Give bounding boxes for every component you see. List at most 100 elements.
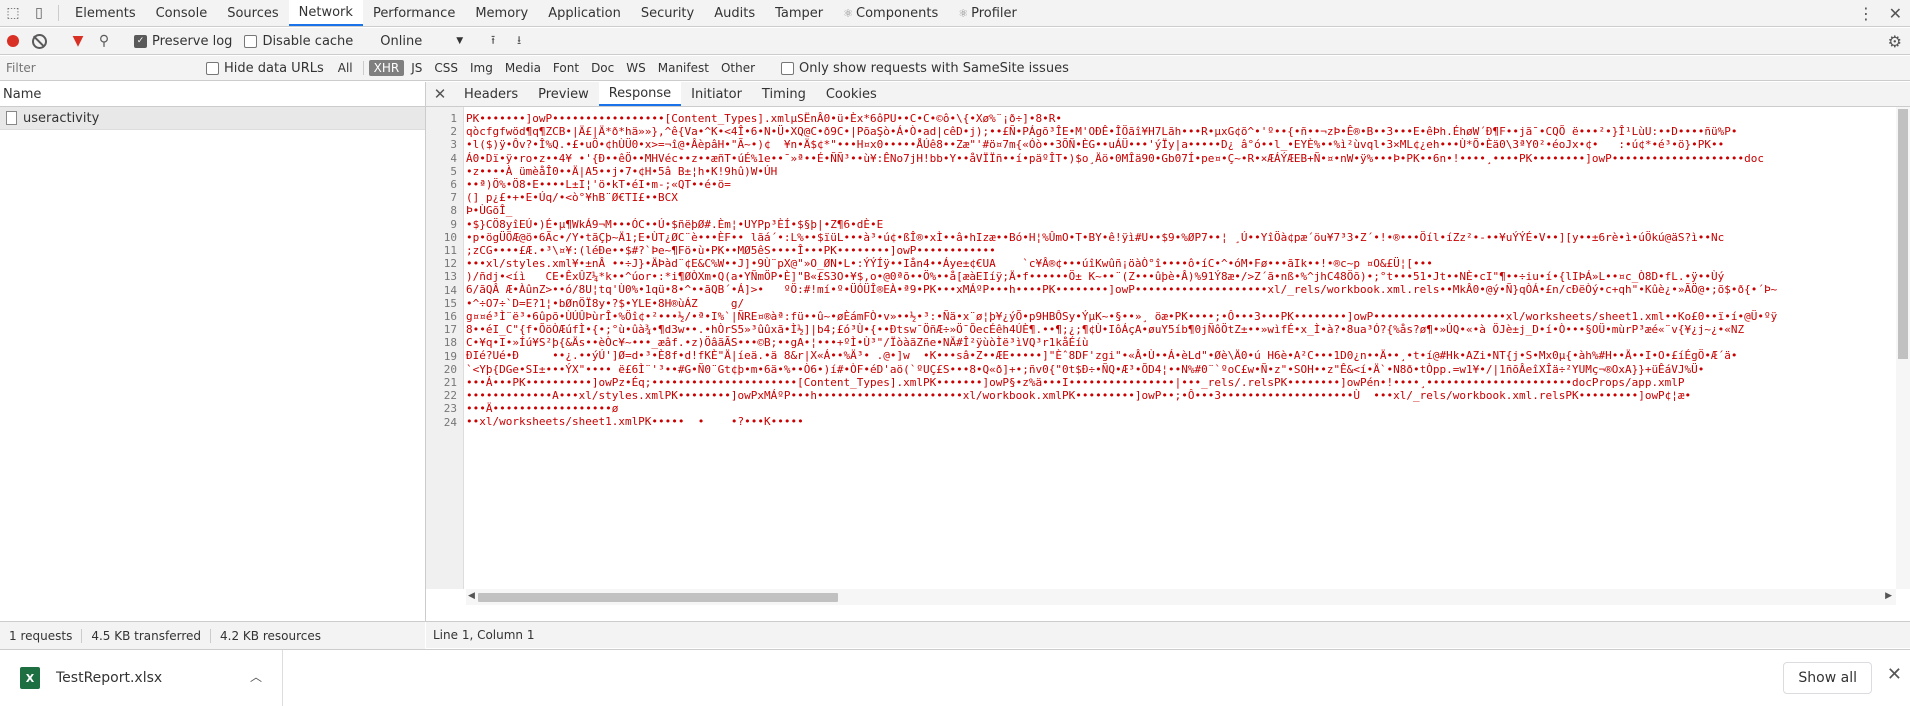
filter-type-media[interactable]: Media [500, 60, 546, 76]
line-number: 15 [443, 296, 457, 310]
line-number: 5 [450, 164, 457, 178]
horizontal-scrollbar[interactable]: ◀ ▶ [466, 589, 1896, 605]
tab-label: Audits [714, 5, 756, 21]
chevron-down-icon: ▼ [456, 36, 464, 46]
close-icon[interactable]: ✕ [1887, 664, 1902, 685]
close-icon[interactable]: ✕ [1889, 0, 1902, 27]
line-number: 4 [450, 151, 457, 165]
line-number-gutter: 1 2 3 4 5 6 7 8 9 10 11 12 13 14 15 16 17 18 19 20 21 22 23 24 [426, 107, 464, 589]
samesite-checkbox[interactable]: Only show requests with SameSite issues [781, 61, 1069, 76]
tab-elements[interactable]: Elements [65, 0, 146, 26]
react-icon: ⚛ [958, 6, 969, 20]
filter-type-manifest[interactable]: Manifest [653, 60, 714, 76]
upload-icon: ⭱ [491, 32, 496, 47]
cursor-position: Line 1, Column 1 [426, 621, 1910, 648]
tab-performance[interactable]: Performance [363, 0, 465, 26]
chevron-up-icon[interactable]: ︿ [250, 668, 262, 685]
request-row[interactable]: useractivity [0, 107, 425, 130]
name-column-header[interactable]: Name [0, 82, 425, 107]
detail-tab-cookies[interactable]: Cookies [816, 82, 887, 106]
line-number: 24 [443, 415, 457, 429]
filter-type-js[interactable]: JS [406, 60, 427, 76]
disable-cache-checkbox[interactable]: Disable cache [244, 34, 353, 49]
detail-tab-list: Headers Preview Response Initiator Timing Coo… [454, 82, 887, 106]
tab-label: Memory [475, 5, 529, 21]
scrollbar-thumb[interactable] [1898, 109, 1908, 359]
filter-input[interactable] [4, 57, 190, 79]
response-body[interactable]: 1 2 3 4 5 6 7 8 9 10 11 12 13 14 15 16 17 18 19 20 21 22 23 24 … [426, 107, 1896, 589]
line-number: 1 [450, 112, 457, 125]
import-har-button[interactable]: ⭱ [480, 28, 506, 55]
tab-components[interactable]: ⚛ Components [833, 0, 948, 26]
response-line: )/ñdj•<íì CE•ÊxÛZ¼*k••^úor•:*i¶ØÒXm•Q(a•… [466, 270, 1725, 284]
tab-console[interactable]: Console [146, 0, 218, 26]
search-button[interactable]: ⚲ [91, 28, 117, 55]
tab-label: Components [856, 5, 939, 21]
inspect-element-icon[interactable]: ⬚ [0, 0, 26, 26]
line-number: 21 [443, 376, 457, 390]
show-all-button[interactable]: Show all [1783, 662, 1872, 694]
scrollbar-thumb[interactable] [478, 593, 838, 602]
device-toolbar-icon[interactable]: ▯ [26, 0, 52, 26]
filter-type-css[interactable]: CSS [429, 60, 463, 76]
download-item[interactable]: X TestReport.xlsx ︿ [0, 650, 283, 706]
filter-type-font[interactable]: Font [548, 60, 584, 76]
tab-memory[interactable]: Memory [465, 0, 538, 26]
hide-data-urls-checkbox[interactable]: Hide data URLs [206, 61, 324, 76]
line-number: 14 [443, 283, 457, 297]
line-number: 22 [443, 389, 457, 403]
throttling-value: Online [380, 33, 423, 49]
tab-security[interactable]: Security [631, 0, 704, 26]
more-options-icon[interactable]: ⋮ [1858, 0, 1874, 27]
tab-sources[interactable]: Sources [217, 0, 288, 26]
request-detail-pane: ✕ Headers Preview Response Initiator Timing C… [426, 82, 1910, 648]
throttling-select[interactable]: Online ▼ [380, 34, 463, 49]
response-line: 6/ãQÂ Æ•ÀûnZ>••ó/8U¦tq'Ù0%•1qü•8•^••ãQB´… [466, 283, 1778, 297]
detail-tab-timing[interactable]: Timing [752, 82, 816, 106]
line-number: 10 [443, 230, 457, 244]
line-number: 8 [450, 204, 457, 218]
filter-type-img[interactable]: Img [465, 60, 498, 76]
filter-button[interactable]: ▼ [65, 28, 91, 55]
filter-type-xhr[interactable]: XHR [368, 60, 405, 76]
filter-type-doc[interactable]: Doc [586, 60, 619, 76]
response-line: 8••éI_C"{f•ÕöÒÆúfÌ•{•;°ù•ûà¾•¶d3w••.•hÒr… [466, 323, 1745, 336]
line-number: 12 [443, 257, 457, 271]
clear-icon [31, 33, 47, 49]
tab-tamper[interactable]: Tamper [765, 0, 833, 26]
tab-label: Application [548, 5, 621, 21]
settings-gear-icon[interactable]: ⚙ [1888, 28, 1902, 55]
filter-type-all[interactable]: All [333, 60, 358, 76]
response-line: •••••••••••••A•••xl/styles.xmlPK••••••••… [466, 388, 1692, 402]
detail-tab-initiator[interactable]: Initiator [681, 82, 752, 106]
detail-tab-preview[interactable]: Preview [528, 82, 599, 106]
tab-profiler[interactable]: ⚛ Profiler [948, 0, 1027, 26]
record-button[interactable] [0, 28, 26, 55]
resources-size: 4.2 KB resources [220, 628, 321, 643]
vertical-scrollbar[interactable] [1896, 107, 1910, 589]
line-number: 19 [443, 349, 457, 363]
transferred-size: 4.5 KB transferred [82, 628, 211, 643]
filter-bar: Hide data URLs All XHRJSCSSImgMediaFontDo… [0, 56, 1910, 81]
close-detail-icon[interactable]: ✕ [426, 82, 454, 106]
response-line: •••Ä••••••••••••••••••ø [466, 402, 619, 416]
response-line: •l($)ÿ•Ôv?•Î%Q.•£•uÖ•¢hÙÜ0•x>=¬î@•ÂèpâH•… [466, 138, 1725, 152]
filter-type-other[interactable]: Other [716, 60, 760, 76]
download-shelf: X TestReport.xlsx ︿ Show all ✕ [0, 649, 1910, 706]
filter-type-ws[interactable]: WS [621, 60, 650, 76]
scroll-left-icon[interactable]: ◀ [468, 591, 475, 601]
tab-network[interactable]: Network [288, 0, 363, 26]
tab-application[interactable]: Application [538, 0, 631, 26]
detail-tab-response[interactable]: Response [598, 82, 682, 106]
tab-audits[interactable]: Audits [704, 0, 765, 26]
line-number: 2 [450, 125, 457, 139]
line-number: 23 [443, 402, 457, 416]
export-har-button[interactable]: ⭳ [506, 28, 532, 55]
scroll-right-icon[interactable]: ▶ [1885, 591, 1892, 601]
detail-tab-headers[interactable]: Headers [454, 82, 528, 106]
samesite-label: Only show requests with SameSite issues [799, 60, 1069, 76]
react-icon: ⚛ [843, 6, 853, 20]
clear-button[interactable] [26, 28, 52, 55]
preserve-log-checkbox[interactable]: ✓ Preserve log [134, 34, 232, 49]
tab-label: Network [298, 4, 353, 20]
